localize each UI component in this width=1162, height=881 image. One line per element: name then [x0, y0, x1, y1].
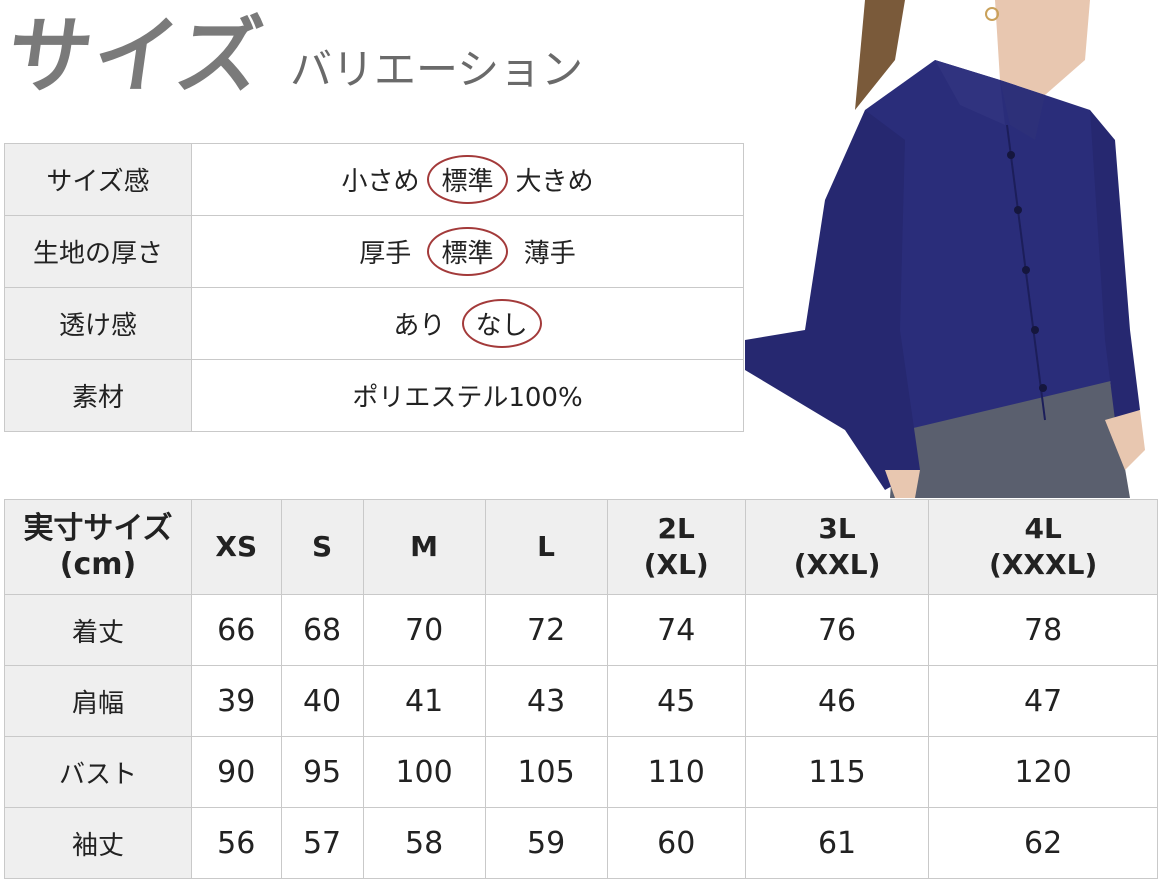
table-cell: 58	[362, 807, 486, 879]
attr-row-thickness: 生地の厚さ 厚手 標準 薄手	[4, 215, 744, 288]
size-alias: (XXL)	[793, 548, 881, 581]
table-cell: 74	[606, 594, 746, 666]
attr-label: 透け感	[4, 287, 192, 360]
table-cell: 68	[280, 594, 364, 666]
table-cell: 78	[928, 594, 1158, 666]
table-cell: 60	[606, 807, 746, 879]
table-cell: 56	[191, 807, 282, 879]
size-label: XS	[215, 530, 258, 563]
attr-label: サイズ感	[4, 143, 192, 216]
table-cell: 43	[484, 665, 608, 737]
table-cell: 72	[484, 594, 608, 666]
product-photo	[745, 0, 1162, 498]
attr-row-material: 素材 ポリエステル100%	[4, 359, 744, 432]
size-header-s: S	[280, 499, 364, 595]
table-cell: 76	[744, 594, 930, 666]
table-cell: 61	[744, 807, 930, 879]
size-header-m: M	[362, 499, 486, 595]
table-cell: 90	[191, 736, 282, 808]
row-label-bust: バスト	[4, 736, 192, 808]
table-cell: 62	[928, 807, 1158, 879]
row-label-length: 着丈	[4, 594, 192, 666]
option-no-selected: なし	[461, 299, 542, 348]
size-corner-header: 実寸サイズ (cm)	[4, 499, 192, 595]
table-cell: 70	[362, 594, 486, 666]
table-row: バスト 90 95 100 105 110 115 120	[4, 736, 1158, 808]
model-illustration	[745, 0, 1162, 498]
option-standard-selected: 標準	[427, 155, 508, 204]
attr-row-sheerness: 透け感 あり なし	[4, 287, 744, 360]
attribute-table: サイズ感 小さめ 標準 大きめ 生地の厚さ 厚手 標準 薄手 透け感 あり なし 素…	[4, 143, 744, 432]
table-cell: 47	[928, 665, 1158, 737]
attr-options: 厚手 標準 薄手	[191, 215, 744, 288]
size-alias: (XL)	[643, 548, 709, 581]
size-label: 2L	[657, 512, 695, 545]
option-thick: 厚手	[359, 239, 412, 269]
attr-row-size-feel: サイズ感 小さめ 標準 大きめ	[4, 143, 744, 216]
size-label: 3L	[818, 512, 856, 545]
size-header-3l: 3L (XXL)	[744, 499, 930, 595]
size-header-row: 実寸サイズ (cm) XS S M L 2L (XL) 3L (XXL) 4L (XX…	[4, 499, 1158, 595]
table-row: 着丈 66 68 70 72 74 76 78	[4, 594, 1158, 666]
table-cell: 40	[280, 665, 364, 737]
option-large: 大きめ	[515, 167, 594, 197]
table-cell: 95	[280, 736, 364, 808]
option-small: 小さめ	[341, 167, 420, 197]
table-cell: 59	[484, 807, 608, 879]
option-thin: 薄手	[523, 239, 576, 269]
size-label: L	[537, 530, 555, 563]
table-cell: 105	[484, 736, 608, 808]
table-cell: 57	[280, 807, 364, 879]
size-header-xs: XS	[191, 499, 282, 595]
size-header-l: L	[484, 499, 608, 595]
table-row: 袖丈 56 57 58 59 60 61 62	[4, 807, 1158, 879]
table-cell: 110	[606, 736, 746, 808]
attr-options: 小さめ 標準 大きめ	[191, 143, 744, 216]
table-cell: 41	[362, 665, 486, 737]
row-label-shoulder: 肩幅	[4, 665, 192, 737]
size-header-4l: 4L (XXXL)	[928, 499, 1158, 595]
option-yes: あり	[393, 311, 446, 341]
table-cell: 120	[928, 736, 1158, 808]
table-row: 肩幅 39 40 41 43 45 46 47	[4, 665, 1158, 737]
page-subtitle: バリエーション	[290, 45, 584, 94]
row-label-sleeve: 袖丈	[4, 807, 192, 879]
size-chart-table: 実寸サイズ (cm) XS S M L 2L (XL) 3L (XXL) 4L (XX…	[4, 499, 1158, 879]
corner-line-2: (cm)	[59, 547, 137, 582]
size-label: 4L	[1024, 512, 1062, 545]
corner-line-1: 実寸サイズ	[23, 511, 173, 546]
attr-options: あり なし	[191, 287, 744, 360]
size-alias: (XXXL)	[989, 548, 1098, 581]
size-label: S	[311, 530, 333, 563]
table-cell: 46	[744, 665, 930, 737]
page-title: サイズ	[1, 7, 271, 105]
table-cell: 45	[606, 665, 746, 737]
attr-label: 素材	[4, 359, 192, 432]
attr-label: 生地の厚さ	[4, 215, 192, 288]
table-cell: 100	[362, 736, 486, 808]
table-cell: 66	[191, 594, 282, 666]
size-header-2l: 2L (XL)	[606, 499, 746, 595]
table-cell: 39	[191, 665, 282, 737]
material-value: ポリエステル100%	[191, 359, 744, 432]
table-cell: 115	[744, 736, 930, 808]
size-label: M	[410, 530, 439, 563]
option-standard-selected: 標準	[427, 227, 508, 276]
